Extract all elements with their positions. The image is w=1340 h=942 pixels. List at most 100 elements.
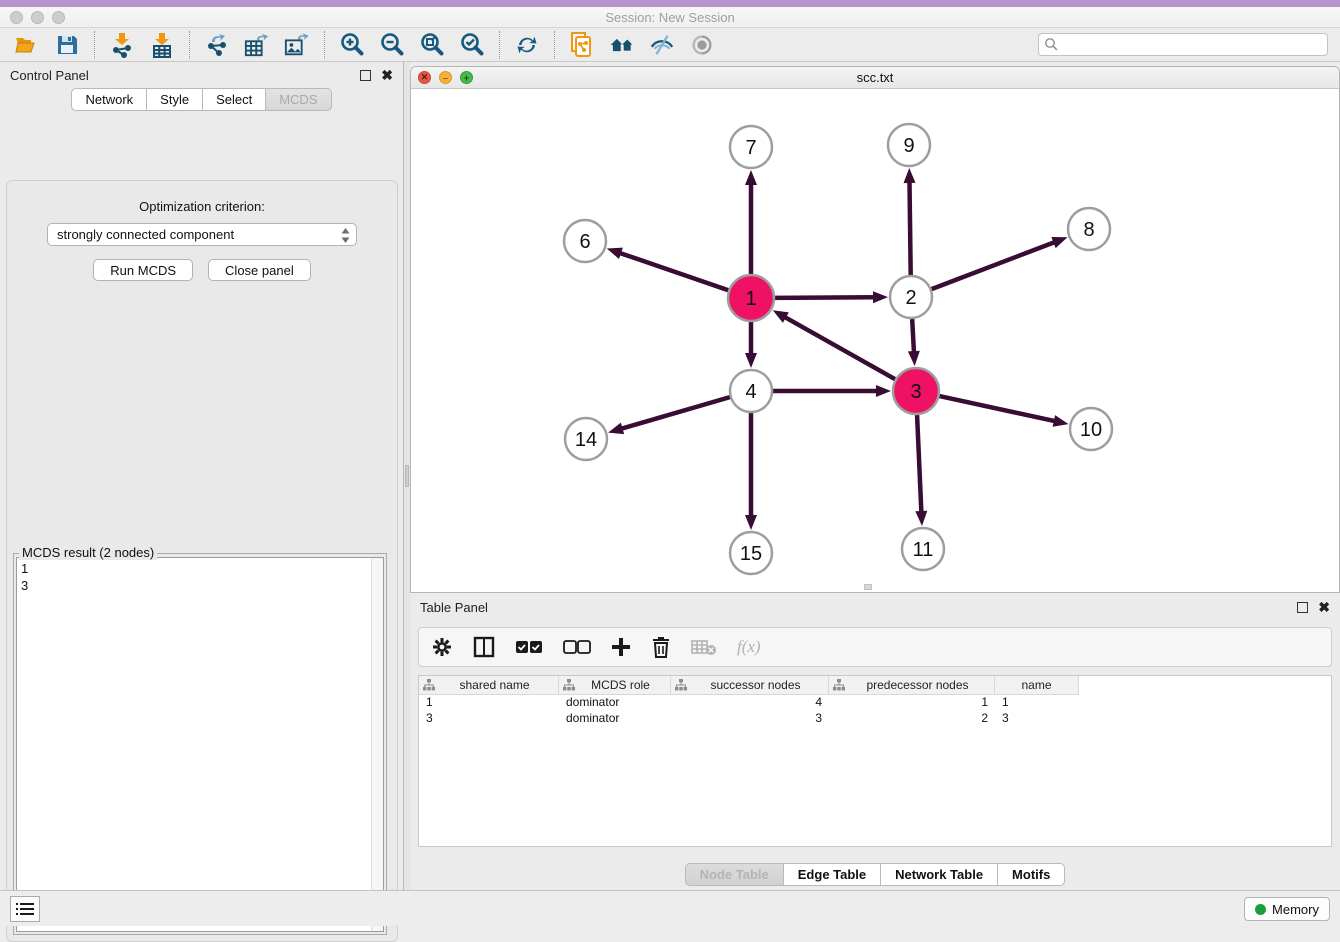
window-resize-grip[interactable] (864, 584, 872, 590)
mcds-result-textarea[interactable]: 1 3 (16, 557, 384, 932)
network-graph[interactable]: 1234678910111415 (411, 89, 1339, 592)
first-neighbors-icon[interactable] (609, 32, 635, 58)
tab-network-table[interactable]: Network Table (881, 863, 998, 886)
table-close-panel-icon[interactable]: ✖ (1318, 600, 1330, 614)
run-mcds-button[interactable]: Run MCDS (93, 259, 193, 281)
node-label-7: 7 (745, 137, 756, 159)
column-type-icon (563, 679, 575, 691)
hide-selected-icon[interactable] (649, 32, 675, 58)
show-all-icon[interactable] (689, 32, 715, 58)
column-header-label: predecessor nodes (845, 678, 990, 692)
create-column-icon[interactable] (611, 637, 631, 657)
close-panel-button[interactable]: Close panel (208, 259, 311, 281)
table-cell[interactable]: 3 (419, 711, 559, 727)
unselect-all-columns-icon[interactable] (563, 640, 591, 654)
dropdown-stepper-icon (340, 227, 351, 247)
column-header-label: MCDS role (575, 678, 666, 692)
edge-4-14[interactable] (621, 397, 730, 429)
open-session-icon[interactable] (14, 32, 40, 58)
table-cell[interactable]: dominator (559, 711, 671, 727)
control-panel: Control Panel ✖ NetworkStyleSelectMCDS O… (0, 62, 404, 890)
delete-columns-icon[interactable] (651, 636, 671, 658)
column-header-name[interactable]: name (995, 676, 1079, 695)
column-header-label: name (999, 678, 1074, 692)
node-table[interactable]: shared name MCDS role successor nodes prede… (418, 675, 1332, 847)
tab-node-table[interactable]: Node Table (685, 863, 784, 886)
table-cell[interactable]: 3 (995, 711, 1079, 727)
show-columns-icon[interactable] (473, 636, 495, 658)
result-scrollbar[interactable] (371, 558, 383, 931)
node-label-6: 6 (579, 231, 590, 253)
edge-arrowhead (908, 351, 920, 366)
memory-label: Memory (1272, 902, 1319, 917)
memory-button[interactable]: Memory (1244, 897, 1330, 921)
column-header-shared-name[interactable]: shared name (419, 676, 559, 695)
select-all-columns-icon[interactable] (515, 640, 543, 654)
table-cell[interactable]: 2 (829, 711, 995, 727)
edge-arrowhead (1053, 415, 1069, 427)
tab-select[interactable]: Select (203, 88, 266, 111)
criterion-dropdown[interactable]: strongly connected component (47, 223, 357, 246)
task-history-button[interactable] (10, 896, 40, 922)
export-table-icon[interactable] (244, 32, 270, 58)
delete-table-icon[interactable] (691, 638, 717, 656)
table-cell[interactable]: 1 (419, 695, 559, 711)
function-builder-icon[interactable]: f(x) (737, 637, 761, 657)
search-icon (1044, 37, 1059, 57)
mcds-result-groupbox: MCDS result (2 nodes) 1 3 (13, 553, 387, 935)
table-row[interactable]: 1dominator411 (419, 695, 1331, 711)
edge-3-10[interactable] (939, 396, 1055, 421)
tab-style[interactable]: Style (147, 88, 203, 111)
edge-arrowhead (873, 291, 888, 303)
edge-2-8[interactable] (932, 242, 1056, 289)
table-cell[interactable]: 3 (671, 711, 829, 727)
tab-mcds[interactable]: MCDS (266, 88, 331, 111)
network-window-titlebar[interactable]: ✕ – + scc.txt (411, 67, 1339, 89)
network-window-title: scc.txt (411, 70, 1339, 85)
column-header-predecessor-nodes[interactable]: predecessor nodes (829, 676, 995, 695)
search-input[interactable] (1038, 33, 1328, 56)
apply-layout-icon[interactable] (514, 32, 540, 58)
column-header-label: shared name (435, 678, 554, 692)
table-options-icon[interactable] (431, 636, 453, 658)
edge-2-9[interactable] (909, 181, 910, 275)
table-panel-title: Table Panel (420, 600, 1297, 615)
control-panel-title: Control Panel (10, 68, 360, 83)
zoom-fit-icon[interactable] (419, 32, 445, 58)
float-panel-icon[interactable] (360, 70, 371, 81)
import-network-icon[interactable] (109, 32, 135, 58)
node-label-14: 14 (575, 429, 597, 451)
edge-3-11[interactable] (917, 415, 921, 513)
column-header-MCDS-role[interactable]: MCDS role (559, 676, 671, 695)
zoom-in-icon[interactable] (339, 32, 365, 58)
table-cell[interactable]: 1 (995, 695, 1079, 711)
table-cell[interactable]: 1 (829, 695, 995, 711)
table-float-panel-icon[interactable] (1297, 602, 1308, 613)
criterion-dropdown-value: strongly connected component (57, 227, 234, 242)
edge-1-6[interactable] (619, 253, 728, 291)
table-row[interactable]: 3dominator323 (419, 711, 1331, 727)
tab-motifs[interactable]: Motifs (998, 863, 1065, 886)
column-header-label: successor nodes (687, 678, 824, 692)
export-network-icon[interactable] (204, 32, 230, 58)
control-panel-tabs: NetworkStyleSelectMCDS (0, 88, 403, 111)
table-cell[interactable]: dominator (559, 695, 671, 711)
edge-1-2[interactable] (775, 297, 875, 298)
edge-arrowhead (876, 385, 891, 397)
clone-network-icon[interactable] (569, 32, 595, 58)
export-image-icon[interactable] (284, 32, 310, 58)
table-cell[interactable]: 4 (671, 695, 829, 711)
close-panel-icon[interactable]: ✖ (381, 68, 393, 82)
network-canvas[interactable]: 1234678910111415 (411, 89, 1339, 592)
import-table-icon[interactable] (149, 32, 175, 58)
column-header-successor-nodes[interactable]: successor nodes (671, 676, 829, 695)
zoom-out-icon[interactable] (379, 32, 405, 58)
edge-2-3[interactable] (912, 319, 914, 353)
tab-network[interactable]: Network (71, 88, 147, 111)
save-session-icon[interactable] (54, 32, 80, 58)
edge-3-1[interactable] (784, 317, 895, 380)
node-label-11: 11 (913, 539, 934, 561)
zoom-selected-icon[interactable] (459, 32, 485, 58)
tab-edge-table[interactable]: Edge Table (784, 863, 881, 886)
search-field-wrap (1038, 33, 1328, 56)
